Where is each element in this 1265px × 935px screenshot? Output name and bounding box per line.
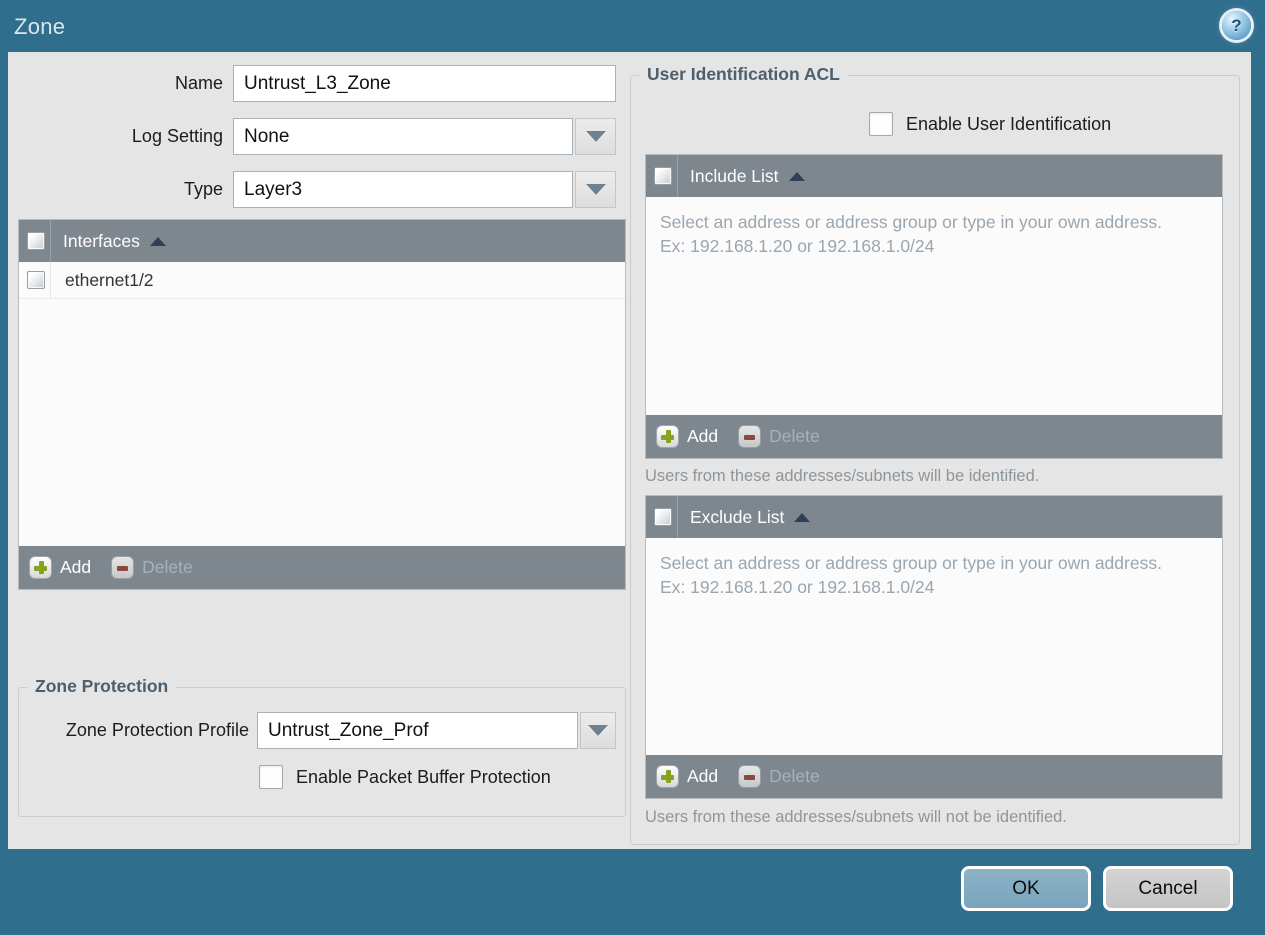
interfaces-column-label[interactable]: Interfaces [63,231,140,252]
header-checkbox-cell [646,155,678,197]
zone-protection-profile-row: Zone Protection Profile [19,712,616,749]
chevron-down-icon [585,131,606,142]
type-row: Type [18,171,616,208]
interface-name: ethernet1/2 [65,269,154,290]
include-list-footer: Add Delete [646,415,1222,458]
log-setting-select [233,118,616,155]
exclude-list-header: Exclude List [646,496,1222,538]
include-list-header: Include List [646,155,1222,197]
zone-protection-profile-input[interactable] [257,712,578,749]
row-checkbox-cell [19,262,51,298]
zone-protection-legend: Zone Protection [27,676,177,697]
user-id-acl-legend: User Identification ACL [639,64,848,85]
include-select-all-checkbox[interactable] [654,167,672,185]
include-list-caption: Users from these addresses/subnets will … [645,467,1040,485]
question-mark-glyph: ? [1231,15,1242,35]
type-dropdown-button[interactable] [575,171,616,208]
include-delete-button[interactable]: Delete [738,425,820,448]
include-add-button[interactable]: Add [656,425,718,448]
minus-icon [738,425,762,448]
exclude-list-column-label[interactable]: Exclude List [690,507,784,528]
exclude-list-caption: Users from these addresses/subnets will … [645,808,1067,826]
plus-icon [656,425,679,448]
header-checkbox-cell [646,496,678,538]
log-setting-row: Log Setting [18,118,616,155]
zone-protection-profile-dropdown-button[interactable] [580,712,616,749]
include-list-placeholder: Select an address or address group or ty… [660,212,1162,256]
packet-buffer-label: Enable Packet Buffer Protection [296,766,551,787]
help-icon[interactable]: ? [1222,11,1251,40]
exclude-list-panel: Exclude List Select an address or addres… [645,495,1223,799]
chevron-down-icon [585,184,606,195]
log-setting-label: Log Setting [131,126,223,146]
interfaces-panel: Interfaces ethernet1/2 Add Delete [18,219,626,590]
packet-buffer-checkbox[interactable] [259,765,283,789]
exclude-select-all-checkbox[interactable] [654,508,672,526]
table-row[interactable]: ethernet1/2 [19,262,625,299]
include-list-panel: Include List Select an address or addres… [645,154,1223,459]
row-checkbox[interactable] [27,271,45,289]
chevron-down-icon [588,725,608,736]
name-row: Name [18,65,616,102]
plus-icon [29,556,52,579]
minus-icon [738,765,762,788]
name-label: Name [174,73,223,93]
exclude-delete-button[interactable]: Delete [738,765,820,788]
user-id-acl-section: User Identification ACL Enable User Iden… [630,64,1240,845]
zone-dialog: Zone ? Name Log Setting Type [0,0,1265,935]
log-setting-input[interactable] [233,118,573,155]
dialog-titlebar: Zone ? [0,0,1265,52]
enable-user-id-checkbox[interactable] [869,112,893,136]
packet-buffer-row: Enable Packet Buffer Protection [259,765,551,789]
plus-icon [656,765,679,788]
log-setting-dropdown-button[interactable] [575,118,616,155]
type-label: Type [183,179,223,199]
cancel-button[interactable]: Cancel [1103,866,1233,911]
include-list-body[interactable]: Select an address or address group or ty… [646,197,1222,415]
exclude-list-body[interactable]: Select an address or address group or ty… [646,538,1222,755]
zone-protection-section: Zone Protection Zone Protection Profile … [18,676,626,817]
sort-asc-icon[interactable] [149,236,166,246]
zone-protection-profile-label: Zone Protection Profile [65,720,249,740]
delete-button[interactable]: Delete [111,556,193,579]
zone-protection-profile-select [257,712,616,749]
sort-asc-icon[interactable] [794,512,811,522]
exclude-list-placeholder: Select an address or address group or ty… [660,553,1162,597]
enable-user-id-row: Enable User Identification [869,112,1111,136]
type-select [233,171,616,208]
interfaces-header: Interfaces [19,220,625,262]
include-list-column-label[interactable]: Include List [690,166,779,187]
ok-button[interactable]: OK [961,866,1091,911]
exclude-list-footer: Add Delete [646,755,1222,798]
interfaces-body: ethernet1/2 [19,262,625,546]
name-input[interactable] [233,65,616,102]
exclude-add-button[interactable]: Add [656,765,718,788]
enable-user-id-label: Enable User Identification [906,113,1112,134]
type-input[interactable] [233,171,573,208]
select-all-checkbox[interactable] [27,232,45,250]
add-button[interactable]: Add [29,556,91,579]
minus-icon [111,556,135,579]
sort-asc-icon[interactable] [788,171,805,181]
dialog-body: Name Log Setting Type [8,52,1251,849]
interfaces-footer: Add Delete [19,546,625,589]
dialog-title: Zone [14,14,66,39]
header-checkbox-cell [19,220,51,262]
